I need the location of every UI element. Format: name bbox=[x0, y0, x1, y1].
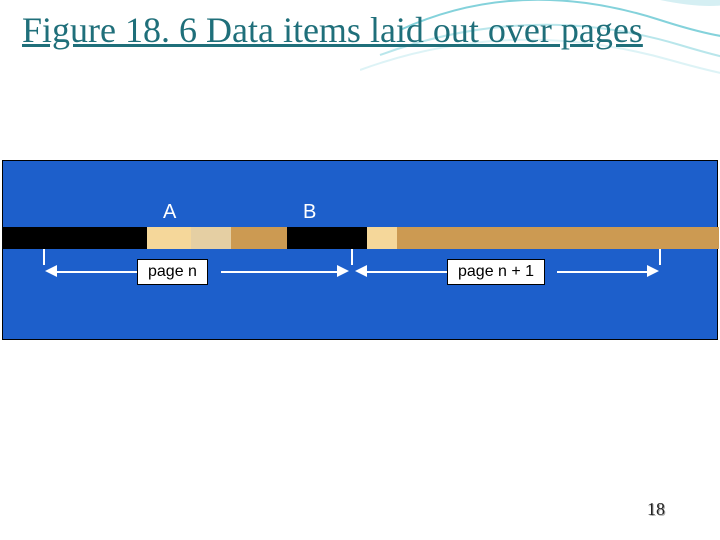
arrow-page-n-right-head bbox=[337, 265, 349, 277]
segment-bar bbox=[3, 227, 719, 249]
segment-7 bbox=[397, 227, 719, 249]
arrow-page-n1-right bbox=[557, 271, 647, 273]
tick-page-n-start bbox=[43, 249, 45, 265]
page-n-label: page n bbox=[137, 259, 208, 285]
segment-2 bbox=[147, 227, 191, 249]
segment-3 bbox=[191, 227, 231, 249]
segment-0 bbox=[3, 227, 39, 249]
segment-4 bbox=[231, 227, 287, 249]
segment-6 bbox=[367, 227, 397, 249]
tick-page-boundary bbox=[351, 249, 353, 265]
page-n1-label: page n + 1 bbox=[447, 259, 545, 285]
slide-title: Figure 18. 6 Data items laid out over pa… bbox=[22, 10, 643, 51]
tick-page-n1-end bbox=[659, 249, 661, 265]
diagram-panel: A B page n page n + 1 bbox=[2, 160, 718, 340]
segment-5 bbox=[287, 227, 367, 249]
segment-1 bbox=[39, 227, 147, 249]
arrow-page-n1-right-head bbox=[647, 265, 659, 277]
item-label-a: A bbox=[163, 201, 176, 224]
arrow-page-n-left bbox=[57, 271, 137, 273]
item-label-b: B bbox=[303, 201, 316, 224]
arrow-page-n1-left-head bbox=[355, 265, 367, 277]
arrow-page-n1-left bbox=[367, 271, 447, 273]
arrow-page-n-right bbox=[221, 271, 337, 273]
slide-page-number: 18 18 bbox=[647, 499, 665, 520]
arrow-page-n-left-head bbox=[45, 265, 57, 277]
